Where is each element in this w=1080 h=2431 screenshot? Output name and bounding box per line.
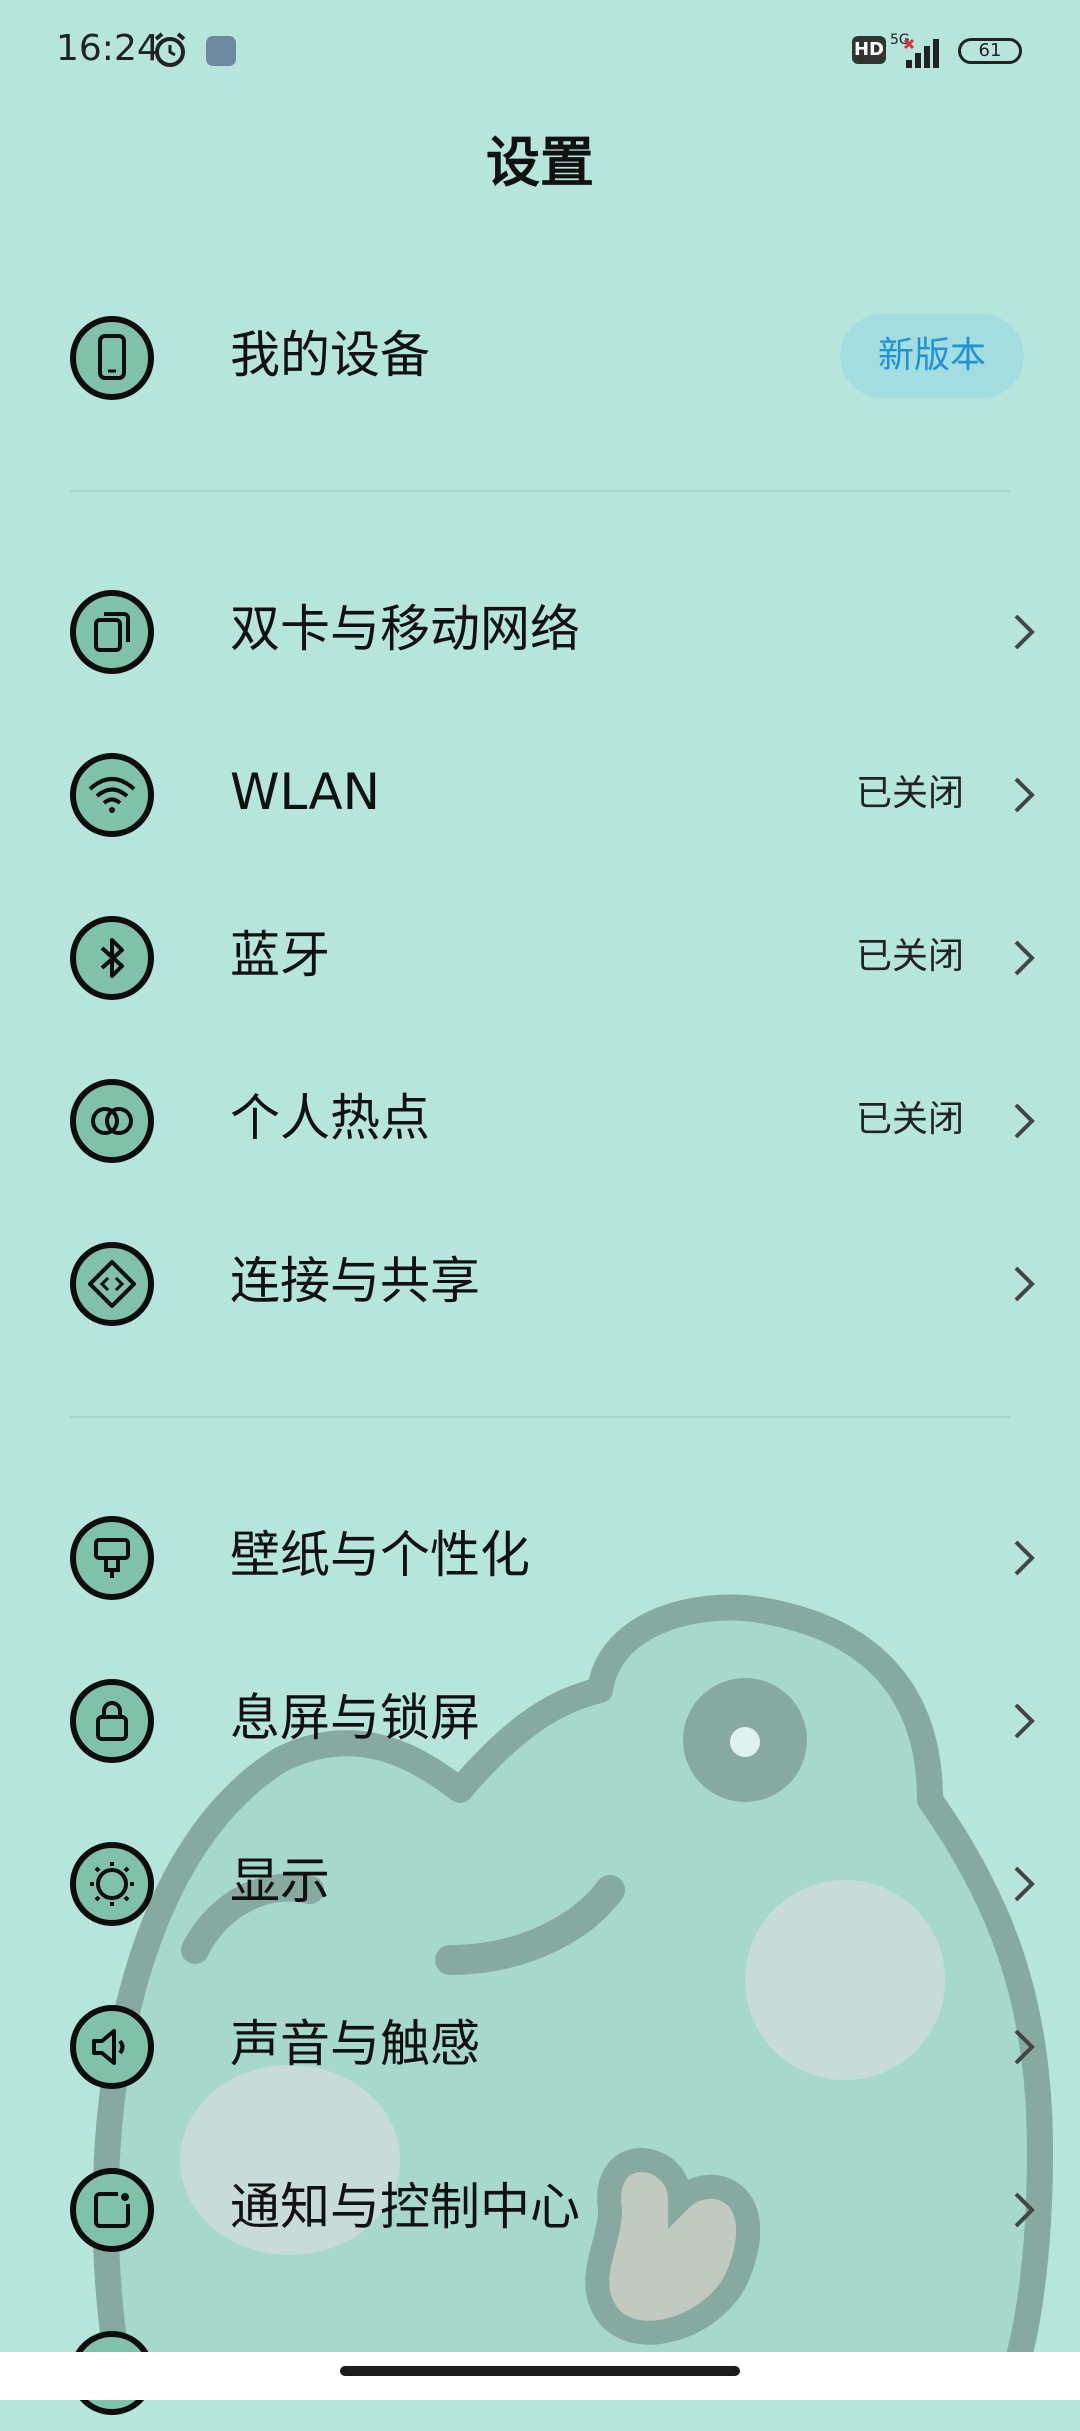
settings-item-hotspot[interactable]: 个人热点 已关闭 [0, 1059, 1080, 1179]
settings-item-label: 个人热点 [230, 1089, 430, 1147]
my-device-label: 我的设备 [230, 326, 430, 384]
settings-item-label: 壁纸与个性化 [230, 1526, 530, 1584]
brightness-icon [70, 1842, 154, 1926]
settings-item-label: 蓝牙 [230, 926, 330, 984]
battery-icon: 61 [958, 38, 1022, 64]
notification-icon [70, 2168, 154, 2252]
settings-item-label: 双卡与移动网络 [230, 600, 580, 658]
new-version-badge[interactable]: 新版本 [840, 314, 1024, 398]
divider [70, 1416, 1010, 1418]
status-time: 16:24 [56, 28, 160, 69]
alarm-icon [154, 32, 186, 67]
chevron-right-icon [1014, 1540, 1035, 1576]
bluetooth-icon [70, 916, 154, 1000]
settings-item-status: 已关闭 [855, 773, 964, 814]
settings-item-connection-sharing[interactable]: 连接与共享 [0, 1222, 1080, 1342]
chevron-right-icon [1014, 2192, 1035, 2228]
settings-item-bluetooth[interactable]: 蓝牙 已关闭 [0, 896, 1080, 1016]
settings-item-status: 已关闭 [855, 936, 964, 977]
page-title: 设置 [486, 131, 594, 194]
brush-icon [70, 1516, 154, 1600]
settings-item-label: 息屏与锁屏 [230, 1689, 480, 1747]
chevron-right-icon [1014, 1866, 1035, 1902]
chevron-right-icon [1014, 2029, 1035, 2065]
settings-item-dual-sim[interactable]: 双卡与移动网络 [0, 570, 1080, 690]
hotspot-icon [70, 1079, 154, 1163]
settings-item-label: 连接与共享 [230, 1252, 480, 1310]
chevron-right-icon [1014, 940, 1035, 976]
settings-item-lock-screen[interactable]: 息屏与锁屏 [0, 1659, 1080, 1779]
phone-icon [70, 316, 154, 400]
my-device-row[interactable]: 我的设备 新版本 [0, 296, 1080, 416]
wifi-icon [70, 753, 154, 837]
settings-item-label: WLAN [230, 763, 381, 821]
settings-item-notifications[interactable]: 通知与控制中心 [0, 2148, 1080, 2268]
settings-item-label: 显示 [230, 1852, 330, 1910]
settings-item-wallpaper[interactable]: 壁纸与个性化 [0, 1496, 1080, 1616]
speaker-icon [70, 2005, 154, 2089]
chevron-right-icon [1014, 777, 1035, 813]
status-bar: 16:24 HD 5G 61 [0, 0, 1080, 104]
settings-item-status: 已关闭 [855, 1099, 964, 1140]
divider [70, 490, 1010, 492]
chevron-right-icon [1014, 614, 1035, 650]
chevron-right-icon [1014, 1703, 1035, 1739]
signal-icon [904, 38, 939, 68]
app-notification-icon [206, 36, 236, 66]
settings-item-sound[interactable]: 声音与触感 [0, 1985, 1080, 2105]
navigation-bar [0, 2352, 1080, 2400]
hd-voice-icon: HD [852, 36, 886, 64]
settings-item-display[interactable]: 显示 [0, 1822, 1080, 1942]
chevron-right-icon [1014, 1266, 1035, 1302]
dual-sim-icon [70, 590, 154, 674]
settings-item-wlan[interactable]: WLAN 已关闭 [0, 733, 1080, 853]
share-icon [70, 1242, 154, 1326]
settings-item-label: 通知与控制中心 [230, 2178, 580, 2236]
home-gesture-handle[interactable] [340, 2366, 740, 2376]
chevron-right-icon [1014, 1103, 1035, 1139]
settings-item-label: 声音与触感 [230, 2015, 480, 2073]
lock-icon [70, 1679, 154, 1763]
